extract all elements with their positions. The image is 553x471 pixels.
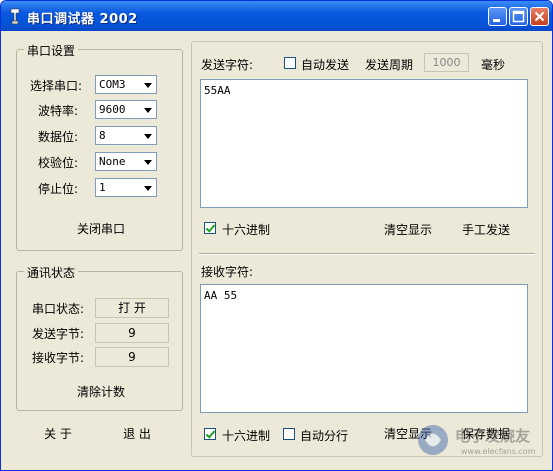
maximize-button[interactable] [509,7,528,26]
send-hex-checkbox[interactable] [204,222,216,234]
comm-status-label: 通讯状态 [24,264,79,281]
manual-send-button[interactable]: 手工发送 [455,219,517,241]
receive-text: AA 55 [204,289,238,302]
section-divider [199,253,535,255]
parity-label: 校验位: [38,156,79,170]
send-text: 55AA [204,84,231,97]
baud-label: 波特率: [38,104,79,118]
serial-settings-label: 串口设置 [24,42,79,59]
period-unit: 毫秒 [481,58,506,72]
period-label: 发送周期 [365,58,414,72]
chevron-down-icon[interactable] [140,101,156,118]
watermark-url: www.elecfans.com [461,447,536,456]
stopbits-label: 停止位: [38,182,79,196]
receive-hex-label: 十六进制 [222,429,271,443]
close-window-button[interactable] [530,7,549,26]
close-icon [534,11,545,22]
baud-select[interactable]: 9600 [95,100,157,119]
receive-textarea[interactable]: AA 55 [200,284,528,413]
send-textarea[interactable]: 55AA [200,79,528,208]
chevron-down-icon[interactable] [140,179,156,196]
minimize-icon [493,19,500,22]
minimize-button[interactable] [488,7,507,26]
exit-button[interactable]: 退 出 [114,423,160,445]
auto-send-checkbox[interactable] [284,57,296,69]
port-status-label: 串口状态: [32,302,85,316]
stopbits-select[interactable]: 1 [95,178,157,197]
sent-bytes-value: 9 [95,323,169,343]
title-bar[interactable]: 串口调试器 2002 [1,1,552,31]
port-label: 选择串口: [30,79,83,93]
parity-select[interactable]: None [95,152,157,171]
window-title: 串口调试器 2002 [27,12,138,27]
main-window: 串口调试器 2002 串口设置 选择串口: COM3 波特率: 9600 数据位… [0,0,553,471]
receive-hex-checkbox[interactable] [204,428,216,440]
databits-label: 数据位: [38,130,79,144]
about-button[interactable]: 关 于 [35,423,81,445]
auto-send-label: 自动发送 [301,58,350,72]
recv-bytes-label: 接收字节: [32,351,85,365]
port-select[interactable]: COM3 [95,75,157,94]
send-hex-label: 十六进制 [222,223,271,237]
receive-label: 接收字符: [201,265,254,279]
period-input[interactable]: 1000 [424,53,469,72]
auto-wrap-checkbox[interactable] [283,428,295,440]
maximize-icon [512,10,525,23]
chevron-down-icon[interactable] [140,127,156,144]
watermark-brand: 电子发烧友 [455,427,531,445]
port-status-value: 打 开 [95,298,169,318]
chevron-down-icon[interactable] [140,153,156,170]
recv-bytes-value: 9 [95,347,169,367]
clear-count-button[interactable]: 清除计数 [61,381,141,403]
databits-select[interactable]: 8 [95,126,157,145]
send-label: 发送字符: [201,58,254,72]
chevron-down-icon[interactable] [140,76,156,93]
close-port-button[interactable]: 关闭串口 [61,218,141,240]
elecfans-watermark: 电子发烧友 www.elecfans.com [415,421,545,461]
app-icon [7,7,23,25]
elecfans-logo-icon [418,425,448,455]
sent-bytes-label: 发送字节: [32,327,85,341]
auto-wrap-label: 自动分行 [300,429,349,443]
clear-send-display-button[interactable]: 清空显示 [377,219,439,241]
